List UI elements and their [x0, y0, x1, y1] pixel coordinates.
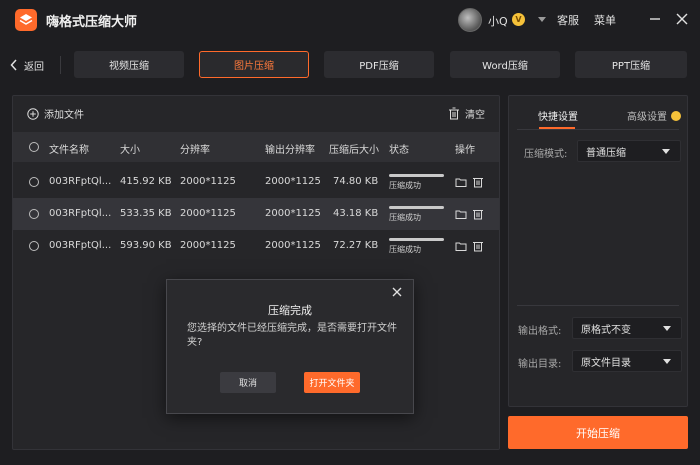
tab-video-compress[interactable]: 视频压缩 — [74, 51, 184, 78]
file-size: 533.35 KB — [120, 208, 172, 219]
file-name: 003RFptQl... — [49, 240, 112, 251]
file-name: 003RFptQl... — [49, 208, 112, 219]
open-folder-button[interactable]: 打开文件夹 — [304, 372, 360, 393]
nav-divider — [60, 56, 61, 74]
output-dir-label: 输出目录: — [518, 359, 562, 370]
progress-bar — [389, 206, 444, 209]
avatar[interactable] — [458, 8, 482, 32]
output-resolution: 2000*1125 — [265, 176, 321, 187]
chevron-down-icon — [663, 326, 671, 331]
col-resolution: 分辨率 — [180, 145, 210, 156]
tab-word-compress[interactable]: Word压缩 — [450, 51, 560, 78]
plus-circle-icon — [27, 107, 39, 120]
tab-advanced-settings[interactable]: 高级设置 — [627, 108, 681, 123]
close-window-icon[interactable] — [672, 9, 692, 29]
chevron-down-icon — [663, 359, 671, 364]
file-resolution: 2000*1125 — [180, 240, 236, 251]
settings-divider — [517, 305, 679, 306]
compress-mode-label: 压缩模式: — [524, 149, 568, 160]
clear-label: 清空 — [465, 110, 485, 121]
app-title: 嗨格式压缩大师 — [46, 15, 138, 30]
output-dir-value: 原文件目录 — [581, 357, 631, 369]
app-logo-icon — [15, 9, 37, 31]
minimize-icon[interactable] — [645, 9, 665, 29]
table-row[interactable]: 003RFptQl... 533.35 KB 2000*1125 2000*11… — [13, 198, 499, 230]
file-resolution: 2000*1125 — [180, 176, 236, 187]
cancel-button[interactable]: 取消 — [220, 372, 276, 393]
close-icon[interactable] — [391, 286, 403, 298]
select-all-radio[interactable] — [29, 142, 39, 152]
tab-image-compress[interactable]: 图片压缩 — [199, 51, 309, 78]
col-compressed-size: 压缩后大小 — [329, 145, 379, 156]
output-format-value: 原格式不变 — [581, 324, 631, 336]
output-resolution: 2000*1125 — [265, 208, 321, 219]
table-row[interactable]: 003RFptQl... 415.92 KB 2000*1125 2000*11… — [13, 166, 499, 198]
col-filename: 文件名称 — [49, 145, 89, 156]
compressed-size: 72.27 KB — [333, 240, 379, 251]
status-progress: 压缩成功 — [389, 174, 444, 191]
progress-bar — [389, 174, 444, 177]
title-bar: 嗨格式压缩大师 小Q V 客服 菜单 — [0, 0, 700, 40]
delete-icon[interactable] — [472, 208, 484, 220]
customer-service-link[interactable]: 客服 — [557, 12, 579, 28]
progress-bar — [389, 238, 444, 241]
output-dir-select[interactable]: 原文件目录 — [572, 350, 682, 372]
folder-icon[interactable] — [455, 176, 467, 188]
add-file-button[interactable]: 添加文件 — [27, 106, 84, 121]
chevron-down-icon — [662, 149, 670, 154]
delete-icon[interactable] — [472, 240, 484, 252]
dialog-message: 您选择的文件已经压缩完成，是否需要打开文件夹? — [187, 323, 397, 348]
user-dropdown-icon[interactable] — [538, 17, 546, 22]
table-header: 文件名称 大小 分辨率 输出分辨率 压缩后大小 状态 操作 — [13, 132, 499, 162]
compress-mode-value: 普通压缩 — [586, 147, 626, 159]
vip-crown-icon — [671, 110, 681, 121]
username[interactable]: 小Q — [488, 13, 508, 29]
delete-icon[interactable] — [472, 176, 484, 188]
back-button[interactable]: 返回 — [10, 55, 44, 75]
dialog-title: 压缩完成 — [268, 304, 312, 317]
tab-ppt-compress[interactable]: PPT压缩 — [575, 51, 687, 78]
tab-pdf-compress[interactable]: PDF压缩 — [324, 51, 434, 78]
status-text: 压缩成功 — [389, 181, 421, 190]
add-file-label: 添加文件 — [44, 110, 84, 121]
output-format-select[interactable]: 原格式不变 — [572, 317, 682, 339]
status-text: 压缩成功 — [389, 245, 421, 254]
compress-complete-dialog: 压缩完成 您选择的文件已经压缩完成，是否需要打开文件夹? 取消 打开文件夹 — [166, 279, 414, 414]
row-radio[interactable] — [29, 241, 39, 251]
status-text: 压缩成功 — [389, 213, 421, 222]
file-name: 003RFptQl... — [49, 176, 112, 187]
file-size: 593.90 KB — [120, 240, 172, 251]
status-progress: 压缩成功 — [389, 206, 444, 223]
start-compress-button[interactable]: 开始压缩 — [508, 416, 688, 449]
output-format-label: 输出格式: — [518, 326, 562, 337]
chevron-left-icon — [10, 59, 17, 71]
row-radio[interactable] — [29, 177, 39, 187]
back-label: 返回 — [24, 61, 44, 73]
trash-icon — [449, 107, 459, 120]
col-status: 状态 — [389, 145, 409, 156]
output-resolution: 2000*1125 — [265, 240, 321, 251]
menu-link[interactable]: 菜单 — [594, 12, 616, 28]
tab-quick-settings[interactable]: 快捷设置 — [538, 108, 578, 123]
folder-icon[interactable] — [455, 240, 467, 252]
file-resolution: 2000*1125 — [180, 208, 236, 219]
status-progress: 压缩成功 — [389, 238, 444, 255]
col-output-resolution: 输出分辨率 — [265, 145, 315, 156]
file-size: 415.92 KB — [120, 176, 172, 187]
compressed-size: 74.80 KB — [333, 176, 379, 187]
folder-icon[interactable] — [455, 208, 467, 220]
col-actions: 操作 — [455, 145, 475, 156]
vip-badge: V — [512, 13, 525, 26]
settings-panel: 快捷设置 高级设置 压缩模式: 普通压缩 输出格式: 原格式不变 输出目录: 原… — [508, 95, 688, 407]
settings-divider — [517, 129, 679, 130]
row-radio[interactable] — [29, 209, 39, 219]
col-size: 大小 — [120, 145, 140, 156]
compress-mode-select[interactable]: 普通压缩 — [577, 140, 681, 162]
clear-button[interactable]: 清空 — [448, 106, 485, 121]
compressed-size: 43.18 KB — [333, 208, 379, 219]
advanced-settings-label: 高级设置 — [627, 112, 667, 123]
table-row[interactable]: 003RFptQl... 593.90 KB 2000*1125 2000*11… — [13, 230, 499, 262]
